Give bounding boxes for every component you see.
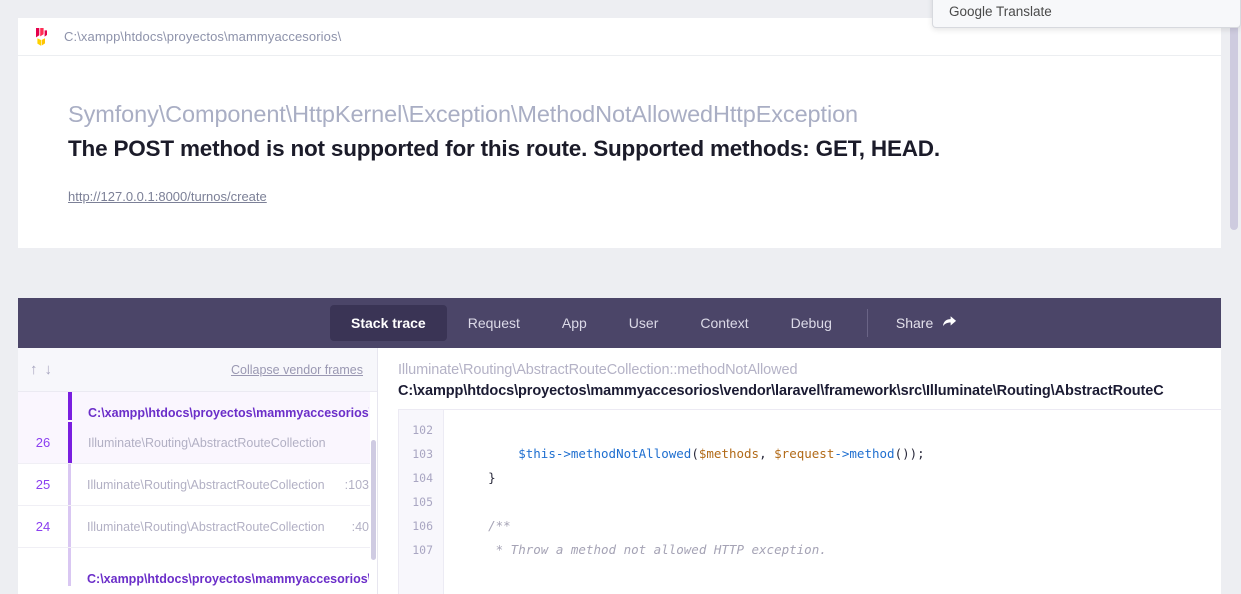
flare-logo bbox=[32, 27, 50, 47]
code-line-number: 102 bbox=[412, 423, 433, 437]
tab-user[interactable]: User bbox=[608, 298, 680, 348]
tab-stack-trace[interactable]: Stack trace bbox=[330, 305, 447, 341]
code-header: Illuminate\Routing\AbstractRouteCollecti… bbox=[378, 348, 1221, 409]
exception-message: The POST method is not supported for thi… bbox=[68, 136, 940, 162]
frame-file-header[interactable]: C:\xampp\htdocs\proyectos\mammyaccesorio… bbox=[18, 548, 377, 588]
code-line-number: 103 bbox=[412, 447, 433, 461]
frames-scrollbar[interactable] bbox=[370, 392, 377, 594]
frame-number: 26 bbox=[35, 435, 51, 450]
share-button[interactable]: Share bbox=[882, 298, 971, 348]
code-line-number: 105 bbox=[412, 495, 433, 509]
code-line-number: 107 bbox=[412, 543, 433, 557]
tab-divider bbox=[866, 309, 868, 337]
frame-file-path: C:\xampp\htdocs\proyectos\mammyaccesorio… bbox=[88, 406, 369, 420]
code-pane: Illuminate\Routing\AbstractRouteCollecti… bbox=[378, 348, 1221, 594]
frame-class-name: Illuminate\Routing\AbstractRouteCollecti… bbox=[87, 477, 325, 492]
page-scrollbar-thumb[interactable] bbox=[1230, 0, 1238, 230]
frame-main: Illuminate\Routing\AbstractRouteCollecti… bbox=[71, 520, 377, 534]
code-line-number: 106 bbox=[412, 519, 433, 533]
frame-file-path: C:\xampp\htdocs\proyectos\mammyaccesorio… bbox=[87, 572, 369, 586]
arrow-down-icon[interactable]: ↓ bbox=[45, 362, 53, 377]
frame-line-number: :40 bbox=[351, 519, 369, 534]
frame-file-main: C:\xampp\htdocs\proyectos\mammyaccesorio… bbox=[72, 406, 377, 420]
tab-debug-label: Debug bbox=[790, 315, 832, 331]
google-translate-popup[interactable]: Google Translate bbox=[932, 0, 1241, 28]
panel-body: ↑ ↓ Collapse vendor frames C:\xampp\htdo… bbox=[18, 348, 1221, 594]
code-viewport[interactable]: 102 103 104 105 106 107 $this->methodNot… bbox=[398, 409, 1221, 594]
frames-sidebar: ↑ ↓ Collapse vendor frames C:\xampp\htdo… bbox=[18, 348, 378, 594]
arrow-up-icon[interactable]: ↑ bbox=[30, 362, 38, 377]
tab-app[interactable]: App bbox=[541, 298, 608, 348]
code-line: $this->methodNotAllowed($methods, $reque… bbox=[518, 446, 925, 461]
tab-context-label: Context bbox=[700, 315, 749, 331]
tab-debug[interactable]: Debug bbox=[770, 298, 853, 348]
table-row[interactable]: 24 Illuminate\Routing\AbstractRouteColle… bbox=[18, 506, 377, 548]
tab-request[interactable]: Request bbox=[447, 298, 541, 348]
code-line-number: 104 bbox=[412, 471, 433, 485]
table-row[interactable]: 25 Illuminate\Routing\AbstractRouteColle… bbox=[18, 464, 377, 506]
code-line: * Throw a method not allowed HTTP except… bbox=[458, 542, 827, 557]
frame-line-number: :103 bbox=[344, 477, 369, 492]
share-arrow-icon bbox=[942, 314, 957, 332]
exception-request-url[interactable]: http://127.0.0.1:8000/turnos/create bbox=[68, 189, 267, 204]
tab-user-label: User bbox=[628, 315, 659, 331]
frame-main: Illuminate\Routing\AbstractRouteCollecti… bbox=[71, 478, 377, 492]
stack-trace-panel: Stack trace Request App User Context Deb… bbox=[18, 298, 1221, 594]
frames-list[interactable]: C:\xampp\htdocs\proyectos\mammyaccesorio… bbox=[18, 392, 377, 594]
table-row[interactable]: 26 Illuminate\Routing\AbstractRouteColle… bbox=[18, 422, 377, 464]
frames-scrollbar-thumb[interactable] bbox=[371, 440, 376, 560]
app-path-text: C:\xampp\htdocs\proyectos\mammyaccesorio… bbox=[64, 29, 342, 44]
frame-class-name: Illuminate\Routing\AbstractRouteCollecti… bbox=[87, 519, 325, 534]
page-scrollbar[interactable] bbox=[1227, 0, 1241, 594]
frame-file-main: C:\xampp\htdocs\proyectos\mammyaccesorio… bbox=[71, 572, 377, 586]
frame-class-name: Illuminate\Routing\AbstractRouteCollecti… bbox=[88, 435, 326, 450]
browser-page: Google Translate C:\xampp\htdocs\proyect… bbox=[0, 0, 1241, 594]
frame-number: 25 bbox=[35, 477, 51, 492]
code-method-name: Illuminate\Routing\AbstractRouteCollecti… bbox=[398, 362, 798, 378]
exception-body: Symfony\Component\HttpKernel\Exception\M… bbox=[18, 56, 1221, 206]
collapse-vendor-frames-link[interactable]: Collapse vendor frames bbox=[231, 363, 363, 377]
frame-main: Illuminate\Routing\AbstractRouteCollecti… bbox=[72, 436, 377, 450]
code-file-path: C:\xampp\htdocs\proyectos\mammyaccesorio… bbox=[398, 383, 1164, 399]
share-label: Share bbox=[895, 315, 934, 331]
frame-nav-arrows: ↑ ↓ bbox=[30, 362, 52, 377]
frame-file-header[interactable]: C:\xampp\htdocs\proyectos\mammyaccesorio… bbox=[18, 392, 377, 422]
code-line: } bbox=[458, 470, 496, 485]
code-lines: $this->methodNotAllowed($methods, $reque… bbox=[444, 410, 1221, 594]
tab-app-label: App bbox=[561, 315, 587, 331]
exception-card: C:\xampp\htdocs\proyectos\mammyaccesorio… bbox=[18, 18, 1221, 248]
google-translate-label: Google Translate bbox=[949, 4, 1052, 19]
exception-class-name: Symfony\Component\HttpKernel\Exception\M… bbox=[68, 101, 859, 127]
frames-toolbar: ↑ ↓ Collapse vendor frames bbox=[18, 348, 377, 392]
tab-context[interactable]: Context bbox=[679, 298, 769, 348]
tab-bar: Stack trace Request App User Context Deb… bbox=[18, 298, 1221, 348]
code-line: /** bbox=[458, 518, 511, 533]
frame-number: 24 bbox=[35, 519, 51, 534]
tab-stack-trace-label: Stack trace bbox=[351, 315, 426, 331]
code-gutter: 102 103 104 105 106 107 bbox=[399, 410, 444, 594]
tab-request-label: Request bbox=[467, 315, 520, 331]
